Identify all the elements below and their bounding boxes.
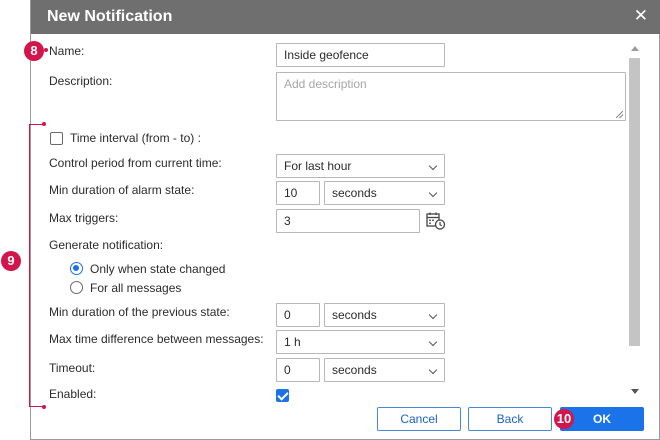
notification-dialog: New Notification ✕ Name: Inside geofence… [30, 0, 660, 440]
annotation-badge-10: 10 [554, 409, 574, 429]
max-triggers-input[interactable]: 3 [276, 209, 420, 233]
cancel-button[interactable]: Cancel [377, 407, 461, 431]
time-interval-checkbox[interactable] [50, 132, 63, 145]
radio-for-all-messages-label: For all messages [90, 281, 182, 295]
close-icon[interactable]: ✕ [634, 6, 648, 26]
dialog-titlebar: New Notification ✕ [31, 0, 660, 34]
annotation-bracket-top-dot [42, 122, 46, 126]
annotation-bracket-9 [29, 122, 46, 409]
resize-handle-icon[interactable] [616, 111, 623, 118]
back-button[interactable]: Back [468, 407, 552, 431]
timeout-unit: seconds [332, 363, 377, 377]
radio-only-when-state-changed[interactable] [70, 262, 83, 275]
min-duration-alarm-unit-select[interactable]: seconds [324, 181, 445, 205]
scrollbar-thumb[interactable] [629, 58, 640, 346]
form-scrollbar[interactable] [628, 42, 642, 398]
radio-only-when-state-changed-label: Only when state changed [90, 262, 226, 276]
max-time-diff-select[interactable]: 1 h [276, 330, 445, 354]
description-textarea[interactable]: Add description [276, 72, 626, 121]
radio-for-all-messages[interactable] [70, 281, 83, 294]
min-duration-prev-unit-select[interactable]: seconds [324, 303, 445, 327]
annotation-badge-9: 9 [1, 251, 21, 271]
min-duration-alarm-label: Min duration of alarm state: [49, 183, 195, 197]
annotation-pointer-8 [44, 48, 48, 52]
dialog-title: New Notification [47, 8, 173, 25]
max-time-diff-value: 1 h [284, 335, 301, 349]
min-duration-alarm-input[interactable]: 10 [276, 181, 320, 205]
time-interval-label: Time interval (from - to) : [70, 131, 201, 145]
max-triggers-label: Max triggers: [49, 211, 119, 225]
timeout-label: Timeout: [49, 361, 96, 375]
name-input[interactable]: Inside geofence [276, 43, 445, 67]
max-time-diff-label: Max time difference between messages: [49, 332, 264, 346]
enabled-label: Enabled: [49, 387, 97, 401]
timeout-input[interactable]: 0 [276, 358, 320, 382]
generate-notification-label: Generate notification: [49, 238, 164, 252]
timeout-unit-select[interactable]: seconds [324, 358, 445, 382]
calendar-clock-icon[interactable] [426, 211, 446, 231]
name-label: Name: [49, 44, 85, 58]
annotation-bracket-bottom-dot [42, 405, 46, 409]
min-duration-prev-unit: seconds [332, 308, 377, 322]
control-period-label: Control period from current time: [49, 156, 222, 170]
annotation-badge-8: 8 [24, 41, 44, 61]
scroll-up-icon[interactable] [631, 46, 639, 51]
enabled-checkbox[interactable] [276, 389, 289, 402]
min-duration-prev-label: Min duration of the previous state: [49, 305, 230, 319]
min-duration-alarm-unit: seconds [332, 186, 377, 200]
description-placeholder: Add description [284, 77, 367, 91]
control-period-select[interactable]: For last hour [276, 154, 445, 178]
scroll-down-icon[interactable] [631, 389, 639, 394]
min-duration-prev-input[interactable]: 0 [276, 303, 320, 327]
control-period-value: For last hour [284, 159, 352, 173]
description-label: Description: [49, 74, 113, 88]
